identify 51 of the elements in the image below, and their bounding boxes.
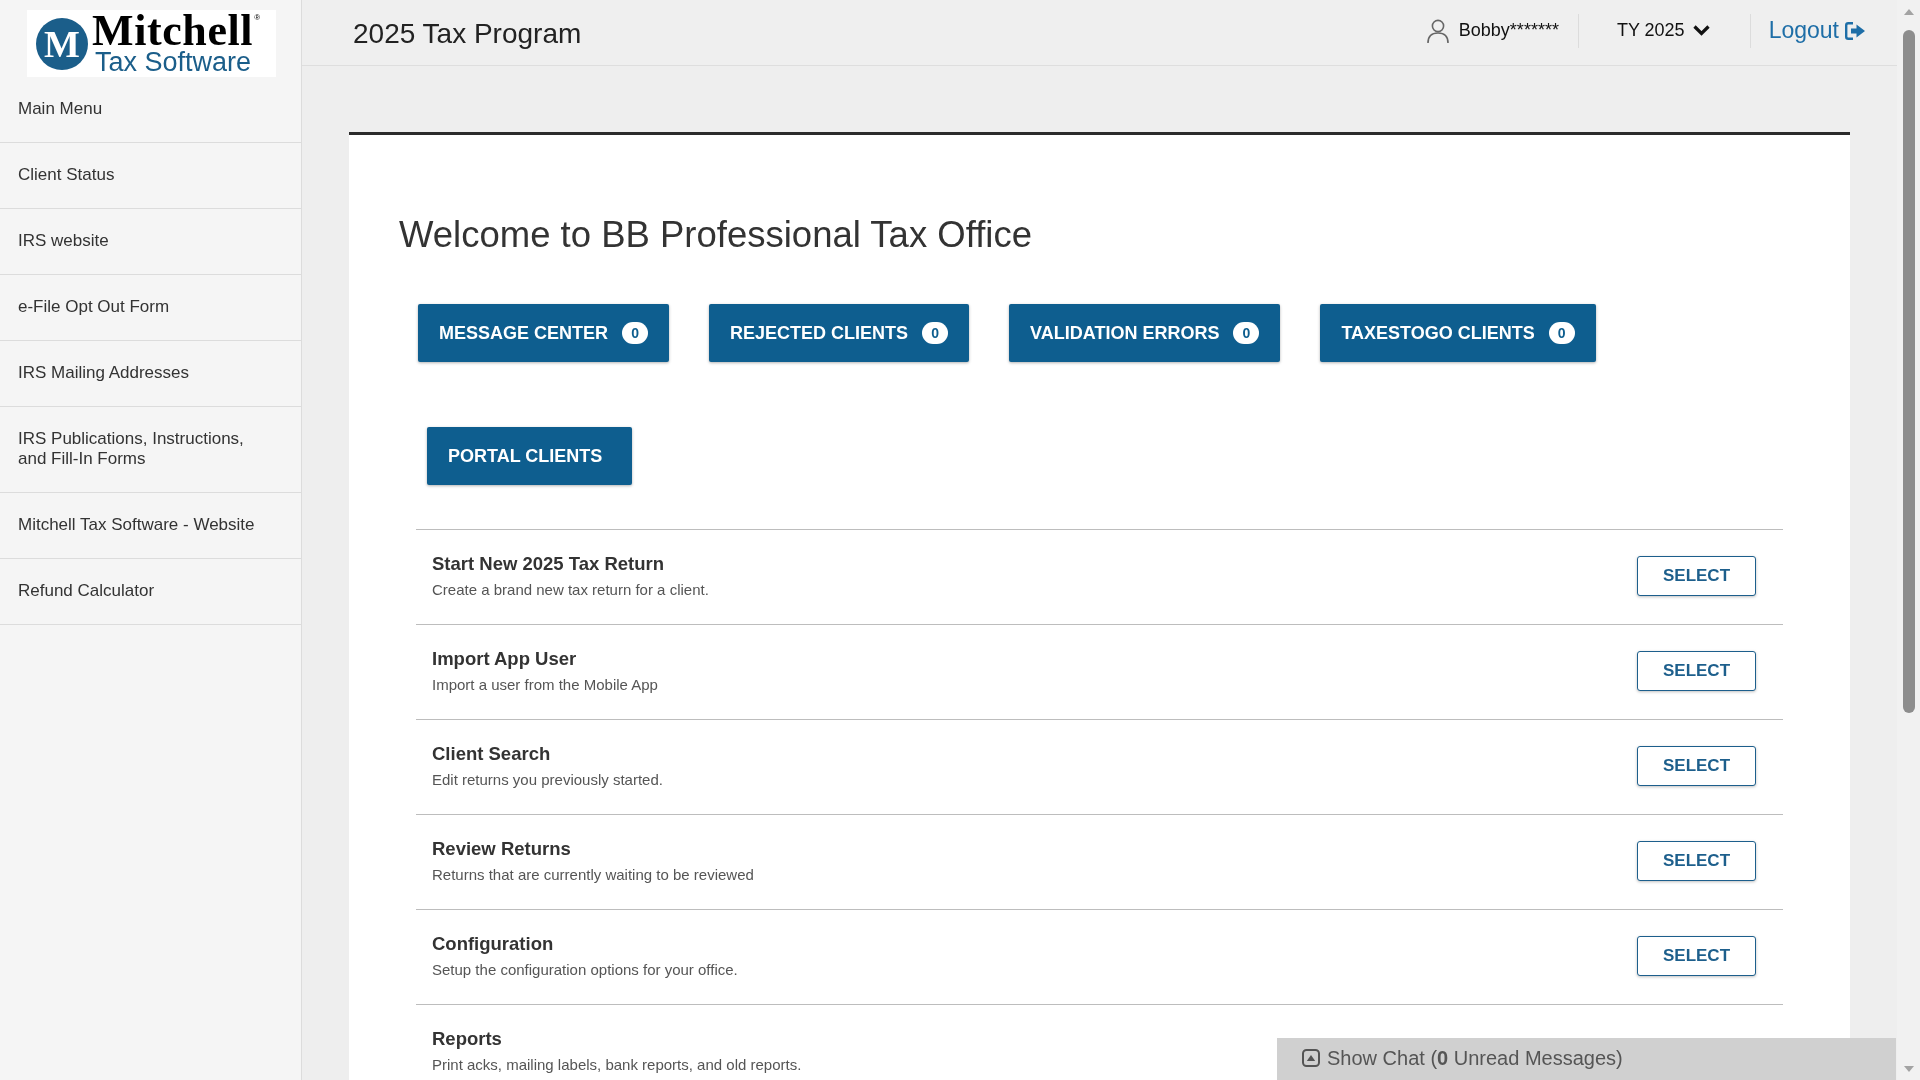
welcome-heading: Welcome to BB Professional Tax Office — [399, 214, 1032, 256]
action-title: Client Search — [432, 742, 551, 766]
sidebar-item[interactable]: IRS Mailing Addresses — [0, 341, 301, 407]
select-button[interactable]: SELECT — [1637, 556, 1756, 596]
registered-mark: ® — [254, 12, 261, 22]
dashboard-button[interactable]: PORTAL CLIENTS — [427, 427, 633, 485]
action-description: Print acks, mailing labels, bank reports, and old reports. — [432, 1055, 802, 1075]
action-title: Reports — [432, 1027, 502, 1051]
sidebar-item[interactable]: Client Status — [0, 143, 301, 209]
action-description: Create a brand new tax return for a client. — [432, 580, 709, 600]
dashboard-button[interactable]: TAXESTOGO CLIENTS 0 — [1320, 304, 1596, 362]
count-badge: 0 — [1233, 322, 1260, 344]
logout-icon — [1845, 21, 1865, 40]
action-title: Review Returns — [432, 837, 571, 861]
chevron-down-icon — [1692, 25, 1710, 36]
show-chat-bar[interactable]: Show Chat (0 Unread Messages) — [1277, 1038, 1896, 1080]
tax-year-dropdown[interactable]: TY 2025 — [1616, 13, 1710, 48]
select-button[interactable]: SELECT — [1637, 651, 1756, 691]
sidebar-item[interactable]: IRS Publications, Instructions, and Fill-In Forms — [0, 407, 301, 493]
caret-up-icon[interactable] — [1903, 9, 1914, 15]
logo-wordmark: Mitchell — [92, 12, 254, 49]
sidebar-item[interactable]: Main Menu — [0, 77, 301, 143]
dashboard-button[interactable]: VALIDATION ERRORS 0 — [1009, 304, 1281, 362]
page-title: 2025 Tax Program — [353, 17, 582, 49]
logo-emblem: M — [36, 17, 88, 70]
user-icon — [1426, 18, 1449, 43]
dashboard-button[interactable]: REJECTED CLIENTS 0 — [709, 304, 970, 362]
action-title: Configuration — [432, 932, 554, 956]
count-badge: 0 — [922, 322, 949, 344]
count-badge: 0 — [1548, 322, 1575, 344]
action-description: Import a user from the Mobile App — [432, 675, 658, 695]
caret-down-icon[interactable] — [1903, 1066, 1914, 1072]
action-description: Returns that are currently waiting to be reviewed — [432, 865, 754, 885]
select-button[interactable]: SELECT — [1637, 746, 1756, 786]
action-description: Setup the configuration options for your office. — [432, 960, 738, 980]
logout-link[interactable]: Logout — [1768, 17, 1865, 44]
action-title: Import App User — [432, 647, 577, 671]
logo-tagline: Tax Software — [95, 48, 253, 75]
select-button[interactable]: SELECT — [1637, 936, 1756, 976]
dashboard-button[interactable]: MESSAGE CENTER 0 — [418, 304, 670, 362]
sidebar-item[interactable]: IRS website — [0, 209, 301, 275]
select-button[interactable]: SELECT — [1637, 841, 1756, 881]
username: Bobby******* — [1458, 20, 1559, 41]
sidebar-item[interactable]: Refund Calculator — [0, 559, 301, 625]
count-badge: 0 — [622, 322, 649, 344]
action-title: Start New 2025 Tax Return — [432, 552, 665, 576]
chat-toggle-icon — [1302, 1049, 1320, 1067]
sidebar-item[interactable]: Mitchell Tax Software - Website — [0, 493, 301, 559]
sidebar-item[interactable]: e-File Opt Out Form — [0, 275, 301, 341]
action-description: Edit returns you previously started. — [432, 770, 663, 790]
scrollbar-thumb[interactable] — [1902, 30, 1915, 713]
